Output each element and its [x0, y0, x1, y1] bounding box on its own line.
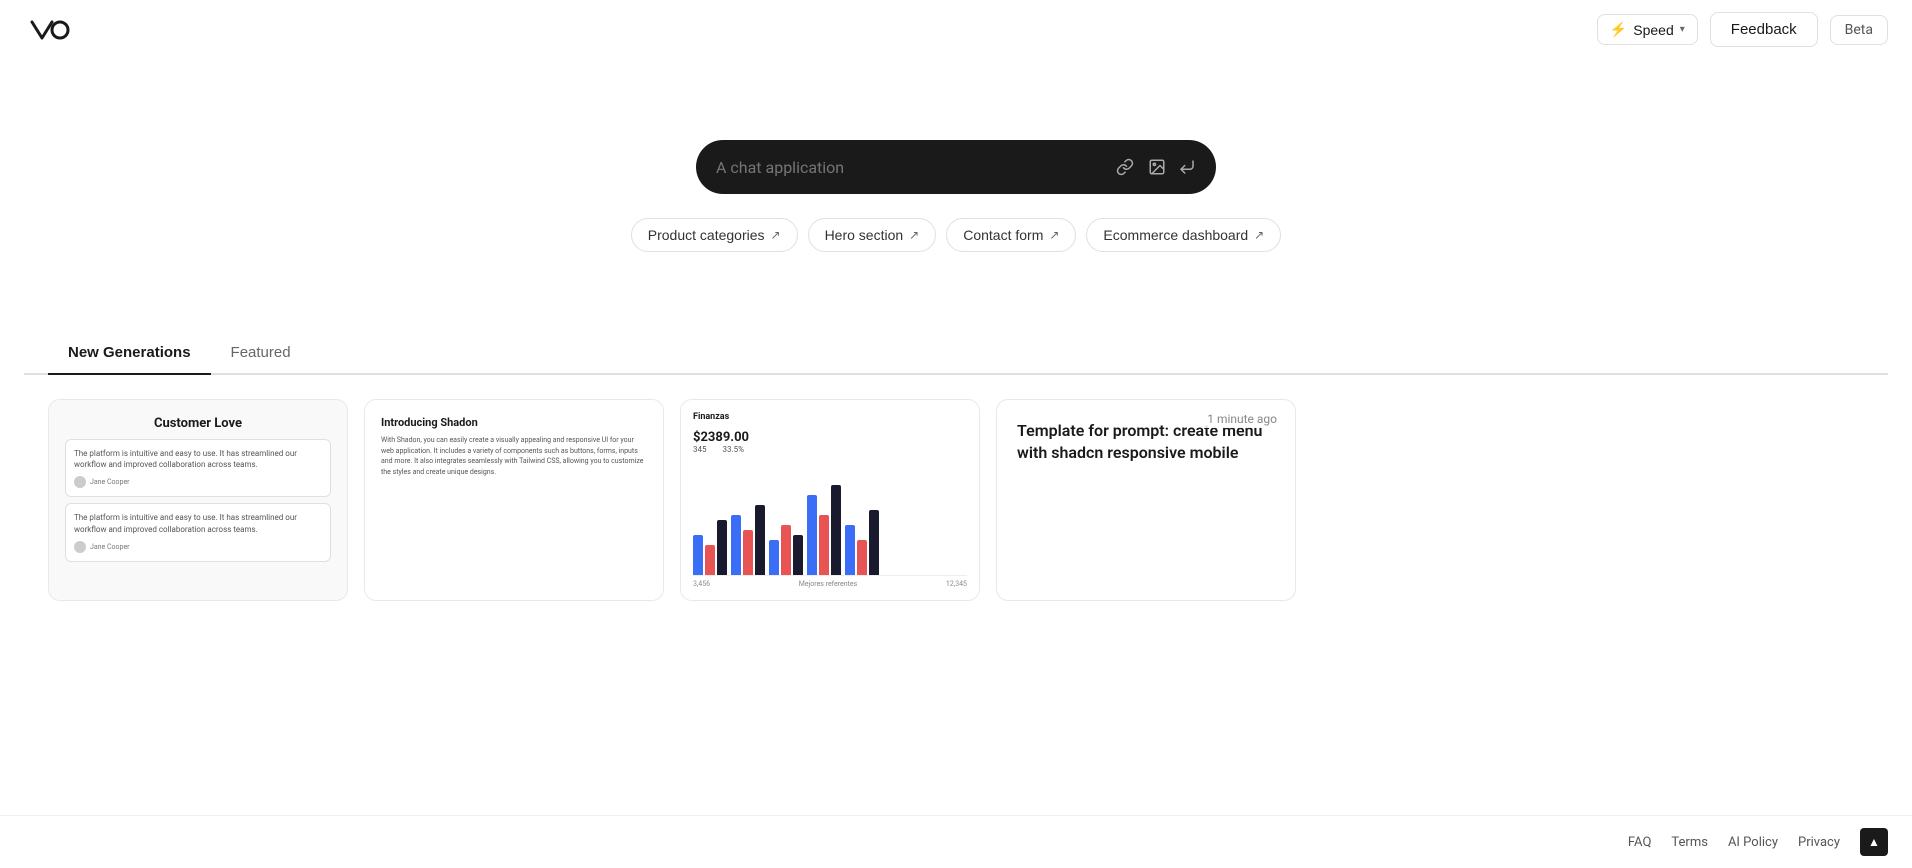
- testimonial-card-1: The platform is intuitive and easy to us…: [65, 439, 331, 497]
- bar-dark: [869, 510, 879, 575]
- testimonial-text-1: The platform is intuitive and easy to us…: [74, 448, 322, 470]
- chip-label: Contact form: [963, 227, 1043, 243]
- app-footer: FAQ Terms AI Policy Privacy ▲: [0, 815, 1912, 868]
- app-header: ⚡ Speed ▾ Feedback Beta: [0, 0, 1912, 59]
- chart-footer-left: 3,456: [693, 580, 710, 588]
- testimonial-author-1: Jane Cooper: [74, 476, 322, 488]
- bar-group-1: [693, 520, 727, 575]
- testimonial-text-2: The platform is intuitive and easy to us…: [74, 512, 322, 534]
- avatar-2: [74, 541, 86, 553]
- bar-dark: [717, 520, 727, 575]
- bar-red: [705, 545, 715, 575]
- chart-header: Finanzas: [693, 412, 967, 422]
- chip-hero-section[interactable]: Hero section ↗: [808, 218, 937, 252]
- chip-ecommerce-dashboard[interactable]: Ecommerce dashboard ↗: [1086, 218, 1281, 252]
- card-preview-shadon: Introducing Shadon With Shadon, you can …: [365, 400, 663, 600]
- bar-red: [857, 540, 867, 575]
- chart-stat-2: 33.5%: [723, 445, 744, 454]
- chip-product-categories[interactable]: Product categories ↗: [631, 218, 798, 252]
- speed-label: Speed: [1633, 22, 1673, 38]
- chip-label: Product categories: [648, 227, 765, 243]
- card-preview-chart: Finanzas $2389.00 345 33.5%: [681, 400, 979, 600]
- search-box: A chat application: [696, 140, 1216, 194]
- bar-group-5: [845, 510, 879, 575]
- chart-stats: 345 33.5%: [693, 445, 967, 454]
- beta-badge: Beta: [1830, 15, 1888, 45]
- speed-button[interactable]: ⚡ Speed ▾: [1597, 14, 1698, 45]
- card-finance-chart: 58 seconds ago Finanzas $2389.00 345 33.…: [680, 399, 980, 601]
- chart-section-label: Finanzas: [693, 412, 729, 422]
- bar-blue: [845, 525, 855, 575]
- chart-footer-right: Mejores referentes: [799, 580, 857, 588]
- tabs-section: New Generations Featured 22 seconds ago …: [0, 332, 1912, 601]
- chevron-down-icon: ▾: [1680, 24, 1685, 35]
- bar-dark: [793, 535, 803, 575]
- search-container: A chat application: [696, 140, 1216, 194]
- external-link-icon: ↗: [1049, 228, 1059, 242]
- bar-dark: [755, 505, 765, 575]
- chart-bars: [693, 460, 967, 575]
- author-name-2: Jane Cooper: [90, 543, 130, 551]
- shadon-title: Introducing Shadon: [381, 416, 647, 429]
- card-preview-testimonial: Customer Love The platform is intuitive …: [49, 400, 347, 600]
- bar-group-3: [769, 525, 803, 575]
- chart-footer: 3,456 Mejores referentes 12,345: [693, 575, 967, 588]
- bar-red: [819, 515, 829, 575]
- external-link-icon: ↗: [909, 228, 919, 242]
- tab-new-generations[interactable]: New Generations: [48, 332, 211, 375]
- logo[interactable]: [24, 14, 72, 46]
- header-actions: ⚡ Speed ▾ Feedback Beta: [1597, 12, 1888, 47]
- chart-footer-far-right: 12,345: [946, 580, 967, 588]
- testimonial-author-2: Jane Cooper: [74, 541, 322, 553]
- bar-blue: [731, 515, 741, 575]
- avatar-1: [74, 476, 86, 488]
- footer-privacy-link[interactable]: Privacy: [1798, 835, 1840, 850]
- chip-label: Hero section: [825, 227, 904, 243]
- chip-contact-form[interactable]: Contact form ↗: [946, 218, 1076, 252]
- card-timestamp: 1 minute ago: [1201, 410, 1283, 428]
- chart-stat-1: 345: [693, 445, 707, 454]
- bar-blue: [807, 495, 817, 575]
- testimonial-card-2: The platform is intuitive and easy to us…: [65, 503, 331, 561]
- cards-grid: 22 seconds ago Customer Love The platfor…: [24, 399, 1888, 601]
- external-link-icon: ↗: [771, 228, 781, 242]
- feedback-button[interactable]: Feedback: [1710, 12, 1818, 47]
- link-icon-button[interactable]: [1114, 156, 1136, 178]
- chip-label: Ecommerce dashboard: [1103, 227, 1248, 243]
- card-template: 1 minute ago Template for prompt: create…: [996, 399, 1296, 601]
- bar-red: [781, 525, 791, 575]
- image-icon-button[interactable]: [1146, 156, 1168, 178]
- bar-blue: [769, 540, 779, 575]
- card-shadon: 33 seconds ago Introducing Shadon With S…: [364, 399, 664, 601]
- card-testimonial: 22 seconds ago Customer Love The platfor…: [48, 399, 348, 601]
- bar-group-2: [731, 505, 765, 575]
- bar-red: [743, 530, 753, 575]
- bar-dark: [831, 485, 841, 575]
- suggestion-chips: Product categories ↗ Hero section ↗ Cont…: [631, 218, 1281, 252]
- bar-blue: [693, 535, 703, 575]
- external-link-icon: ↗: [1254, 228, 1264, 242]
- scroll-to-top-button[interactable]: ▲: [1860, 828, 1888, 856]
- author-name-1: Jane Cooper: [90, 478, 130, 486]
- enter-submit-button[interactable]: [1178, 158, 1196, 176]
- chart-main-value: $2389.00: [693, 430, 967, 445]
- main-content: A chat application: [0, 0, 1912, 601]
- testimonial-section-title: Customer Love: [154, 416, 242, 431]
- footer-faq-link[interactable]: FAQ: [1628, 835, 1651, 850]
- tab-featured[interactable]: Featured: [211, 332, 311, 375]
- footer-ai-policy-link[interactable]: AI Policy: [1728, 835, 1778, 850]
- lightning-icon: ⚡: [1610, 21, 1627, 38]
- bar-group-4: [807, 485, 841, 575]
- footer-terms-link[interactable]: Terms: [1671, 835, 1708, 850]
- shadon-description: With Shadon, you can easily create a vis…: [381, 435, 647, 477]
- tabs-row: New Generations Featured: [24, 332, 1888, 375]
- search-input[interactable]: A chat application: [716, 158, 1102, 177]
- search-action-icons: [1114, 156, 1196, 178]
